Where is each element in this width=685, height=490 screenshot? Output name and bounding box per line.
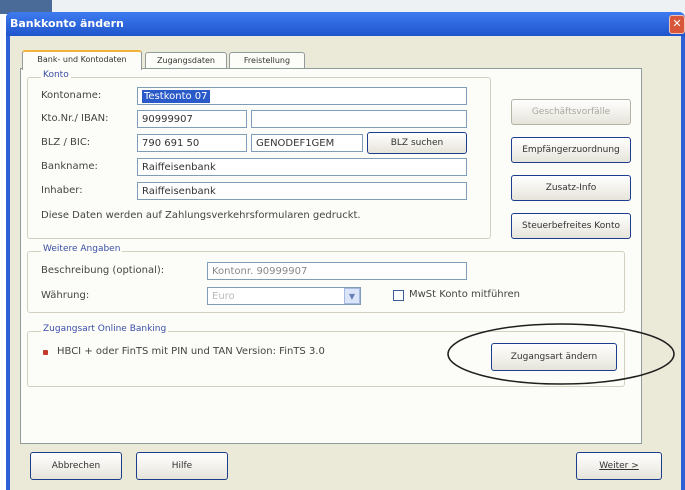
mwst-label: MwSt Konto mitführen: [409, 289, 521, 300]
bullet-icon: [43, 350, 48, 355]
geschaeftsvorfaelle-button[interactable]: Geschäftsvorfälle: [511, 99, 631, 125]
dialog-window: Bankkonto ändern ✕ Bank- und Kontodaten …: [6, 12, 685, 490]
inhaber-field[interactable]: Raiffeisenbank: [137, 182, 467, 200]
inhaber-label: Inhaber:: [41, 185, 83, 196]
hilfe-button[interactable]: Hilfe: [136, 452, 228, 480]
konto-group-label: Konto: [41, 70, 71, 80]
close-icon[interactable]: ✕: [669, 15, 685, 34]
zugangsart-label: Zugangsart Online Banking: [41, 324, 169, 334]
waehrung-label: Währung:: [41, 290, 90, 301]
kontoname-field[interactable]: Testkonto 07: [137, 87, 467, 105]
chevron-down-icon[interactable]: ▼: [344, 288, 360, 304]
mwst-checkbox[interactable]: [393, 290, 404, 301]
kto-iban-label: Kto.Nr./ IBAN:: [41, 113, 109, 124]
bankname-field[interactable]: Raiffeisenbank: [137, 158, 467, 176]
tab-zugangsdaten[interactable]: Zugangsdaten: [145, 52, 227, 69]
waehrung-select[interactable]: Euro: [207, 287, 361, 305]
beschreibung-label: Beschreibung (optional):: [41, 265, 165, 276]
bic-field[interactable]: GENODEF1GEM: [251, 134, 363, 152]
blz-suchen-button[interactable]: BLZ suchen: [367, 132, 467, 154]
kontoname-label: Kontoname:: [41, 90, 102, 101]
dialog-client-area: Bank- und Kontodaten Zugangsdaten Freist…: [10, 36, 681, 490]
steuerbefreites-konto-button[interactable]: Steuerbefreites Konto: [511, 213, 631, 239]
weiter-button[interactable]: Weiter >: [576, 452, 662, 480]
blz-field[interactable]: 790 691 50: [137, 134, 247, 152]
abbrechen-button[interactable]: Abbrechen: [30, 452, 122, 480]
highlight-ellipse: [447, 323, 675, 385]
empfaengerzuordnung-button[interactable]: Empfängerzuordnung: [511, 137, 631, 163]
tab-page-bankdaten: Konto Kontoname: Testkonto 07 Kto.Nr./ I…: [20, 68, 675, 444]
weitere-angaben-label: Weitere Angaben: [41, 244, 123, 254]
beschreibung-field[interactable]: Kontonr. 90999907: [207, 262, 467, 280]
iban-field[interactable]: [251, 110, 467, 128]
print-note: Diese Daten werden auf Zahlungsverkehrsf…: [41, 210, 361, 221]
window-title: Bankkonto ändern: [10, 17, 124, 30]
title-bar[interactable]: Bankkonto ändern ✕: [6, 12, 685, 36]
tab-freistellung[interactable]: Freistellung: [229, 52, 305, 69]
zusatz-info-button[interactable]: Zusatz-Info: [511, 175, 631, 201]
blz-bic-label: BLZ / BIC:: [41, 137, 91, 148]
tab-bank-und-kontodaten[interactable]: Bank- und Kontodaten: [22, 50, 142, 70]
kontonummer-field[interactable]: 90999907: [137, 110, 247, 128]
highlight-ellipse-stroke: [447, 323, 675, 385]
bankname-label: Bankname:: [41, 161, 98, 172]
zugangsart-info: HBCI + oder FinTS mit PIN und TAN Versio…: [57, 346, 325, 357]
